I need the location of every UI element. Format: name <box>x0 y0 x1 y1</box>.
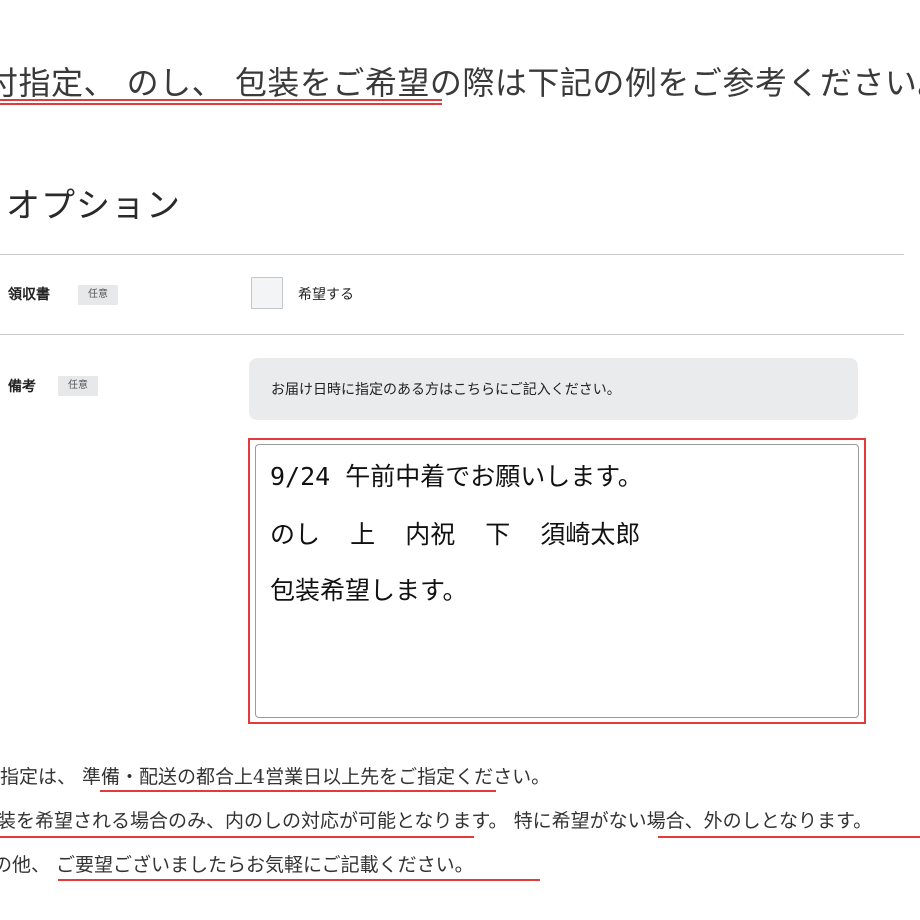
section-title-options: オプション <box>6 186 181 226</box>
note-line-date: 日付指定は、 準備・配送の都合上4営業日以上先をご指定ください。 <box>0 766 551 788</box>
note-line-wrapping: 包装を希望される場合のみ、内のしの対応が可能となります。 特に希望がない場合、外… <box>0 810 873 832</box>
divider-top <box>0 254 904 255</box>
remarks-note-box: お届け日時に指定のある方はこちらにご記入ください。 <box>249 358 858 420</box>
instruction-headline: 付指定、 のし、 包装をご希望の際は下記の例をご参考ください。 <box>0 64 920 102</box>
remarks-line: のし 上 内祝 下 須崎太郎 <box>270 520 641 549</box>
remarks-textarea[interactable]: 9/24 午前中着でお願いします。 のし 上 内祝 下 須崎太郎 包装希望します… <box>255 444 859 718</box>
receipt-optional-badge: 任意 <box>78 285 118 305</box>
receipt-label: 領収書 <box>8 287 50 303</box>
note-underline <box>658 836 920 838</box>
headline-highlight-underline <box>0 99 442 105</box>
receipt-checkbox-label[interactable]: 希望する <box>298 284 354 304</box>
remarks-line: 9/24 午前中着でお願いします。 <box>270 462 643 491</box>
note-line-other: その他、 ご要望ございましたらお気軽にご記載ください。 <box>0 854 474 876</box>
remarks-note-text: お届け日時に指定のある方はこちらにご記入ください。 <box>271 382 621 398</box>
remarks-optional-badge: 任意 <box>58 376 98 396</box>
receipt-checkbox[interactable] <box>251 277 283 309</box>
note-underline <box>0 836 474 838</box>
note-underline <box>100 790 496 792</box>
remarks-highlight-frame: 9/24 午前中着でお願いします。 のし 上 内祝 下 須崎太郎 包装希望します… <box>248 438 866 724</box>
note-underline <box>58 879 540 881</box>
remarks-label: 備考 <box>8 379 36 395</box>
remarks-line: 包装希望します。 <box>270 576 468 605</box>
divider-middle <box>0 334 904 335</box>
